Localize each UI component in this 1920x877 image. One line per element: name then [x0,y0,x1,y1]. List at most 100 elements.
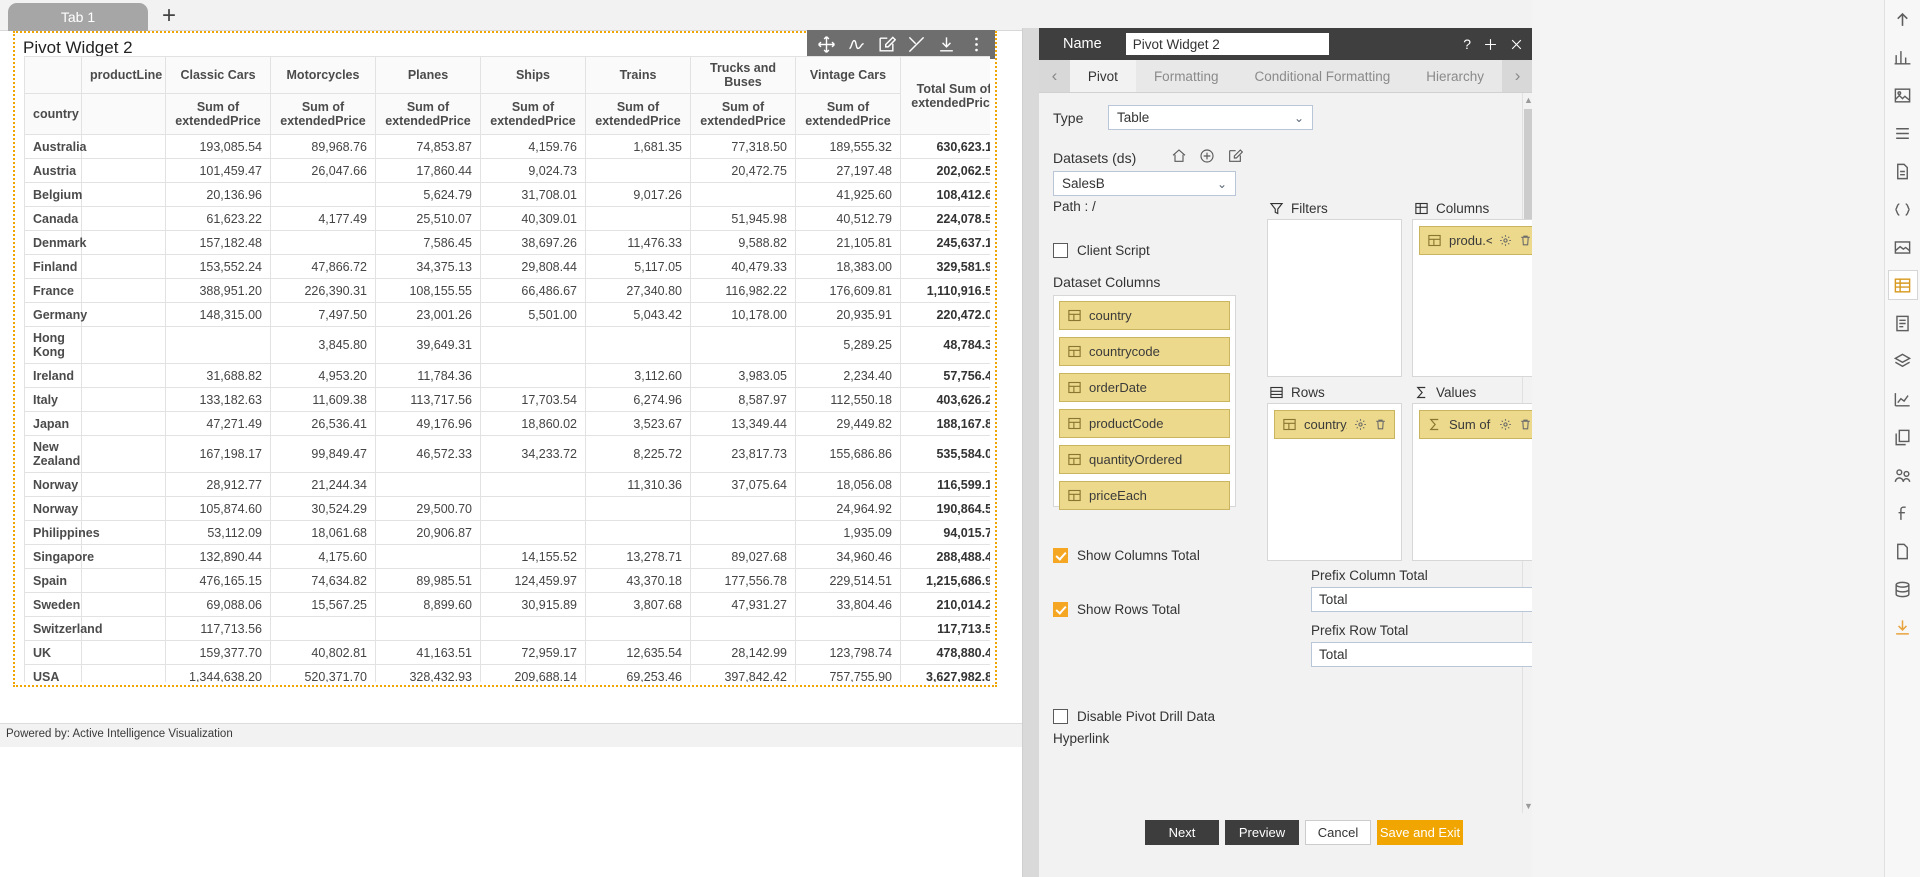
data-cell[interactable] [480,520,586,545]
gear-icon[interactable] [1499,234,1512,247]
gear-icon[interactable] [1499,418,1512,431]
help-icon[interactable]: ? [1463,36,1471,52]
data-cell[interactable]: 1,344,638.20 [165,664,271,682]
data-cell[interactable]: 27,197.48 [795,158,901,183]
image-icon[interactable] [1888,80,1918,110]
code-icon[interactable] [1888,194,1918,224]
tabs-scroll-left[interactable]: ‹ [1039,60,1070,92]
show-columns-total-checkbox[interactable]: Show Columns Total [1053,548,1200,563]
data-cell[interactable]: 8,587.97 [690,387,796,412]
data-cell[interactable]: 3,807.68 [585,592,691,617]
data-cell[interactable]: 397,842.42 [690,664,796,682]
download-icon[interactable] [1888,612,1918,642]
table-row[interactable]: Norway 28,912.77 21,244.34 11,310.36 37,075.… [24,472,990,497]
table-row[interactable]: Japan 47,271.49 26,536.41 49,176.96 18,860.0… [24,411,990,436]
data-cell[interactable]: 157,182.48 [165,230,271,255]
data-cell[interactable]: 41,925.60 [795,182,901,207]
data-cell[interactable]: 159,377.70 [165,640,271,665]
data-cell[interactable]: 29,500.70 [375,496,481,521]
data-cell[interactable]: 17,860.44 [375,158,481,183]
data-cell[interactable]: 99,849.47 [270,435,376,473]
data-cell[interactable]: 9,024.73 [480,158,586,183]
tab-1[interactable]: Tab 1 [8,3,148,31]
data-cell[interactable]: 757,755.90 [795,664,901,682]
data-cell[interactable] [585,326,691,364]
data-cell[interactable]: 105,874.60 [165,496,271,521]
data-cell[interactable]: 167,198.17 [165,435,271,473]
data-cell[interactable]: 89,968.76 [270,134,376,159]
table-row[interactable]: Austria 101,459.47 26,047.66 17,860.44 9,024… [24,158,990,183]
data-cell[interactable]: 74,853.87 [375,134,481,159]
data-cell[interactable] [375,544,481,569]
data-cell[interactable]: 38,697.26 [480,230,586,255]
tab-conditional-formatting[interactable]: Conditional Formatting [1236,60,1408,92]
next-button[interactable]: Next [1145,820,1219,845]
data-cell[interactable] [165,326,271,364]
table-row[interactable]: Denmark 157,182.48 7,586.45 38,697.26 11,476… [24,230,990,255]
trash-icon[interactable] [1519,418,1532,431]
data-cell[interactable]: 18,061.68 [270,520,376,545]
table-row[interactable]: Sweden 69,088.06 15,567.25 8,899.60 30,915.8… [24,592,990,617]
data-cell[interactable]: 124,459.97 [480,568,586,593]
table-row[interactable]: Germany 148,315.00 7,497.50 23,001.26 5,501.… [24,302,990,327]
home-icon[interactable] [1171,148,1187,164]
data-cell[interactable]: 5,043.42 [585,302,691,327]
data-cell[interactable]: 7,497.50 [270,302,376,327]
data-cell[interactable]: 11,609.38 [270,387,376,412]
data-cell[interactable]: 8,225.72 [585,435,691,473]
tab-pivot[interactable]: Pivot [1069,60,1136,92]
data-cell[interactable]: 47,271.49 [165,411,271,436]
data-cell[interactable] [585,496,691,521]
data-cell[interactable]: 193,085.54 [165,134,271,159]
data-cell[interactable]: 21,244.34 [270,472,376,497]
data-cell[interactable]: 41,163.51 [375,640,481,665]
trash-icon[interactable] [1374,418,1387,431]
data-cell[interactable] [480,496,586,521]
data-cell[interactable] [585,616,691,641]
data-cell[interactable]: 10,178.00 [690,302,796,327]
pivot-table-scroll[interactable]: productLine Classic Cars Motorcycles Pla… [24,56,990,682]
data-cell[interactable]: 5,624.79 [375,182,481,207]
data-cell[interactable]: 189,555.32 [795,134,901,159]
data-cell[interactable]: 43,370.18 [585,568,691,593]
data-cell[interactable]: 112,550.18 [795,387,901,412]
data-cell[interactable]: 153,552.24 [165,254,271,279]
data-cell[interactable] [585,520,691,545]
data-cell[interactable]: 23,817.73 [690,435,796,473]
dataset-columns-list[interactable]: country countrycode orderDate productCode qu… [1053,295,1236,510]
data-cell[interactable]: 3,112.60 [585,363,691,388]
signature-icon[interactable] [841,30,871,59]
list-icon[interactable] [1888,118,1918,148]
data-cell[interactable] [270,182,376,207]
download-icon[interactable] [931,30,961,59]
data-cell[interactable] [690,326,796,364]
function-icon[interactable] [1888,498,1918,528]
chart-line-icon[interactable] [1888,384,1918,414]
data-cell[interactable]: 5,501.00 [480,302,586,327]
data-cell[interactable]: 40,309.01 [480,206,586,231]
data-cell[interactable]: 47,931.27 [690,592,796,617]
data-cell[interactable]: 2,234.40 [795,363,901,388]
tab-hierarchy[interactable]: Hierarchy [1408,60,1502,92]
data-cell[interactable]: 34,233.72 [480,435,586,473]
more-icon[interactable] [961,30,991,59]
table-row[interactable]: Philippines 53,112.09 18,061.68 20,906.87 1,… [24,520,990,545]
data-cell[interactable]: 123,798.74 [795,640,901,665]
data-cell[interactable]: 20,906.87 [375,520,481,545]
data-cell[interactable]: 66,486.67 [480,278,586,303]
prefix-row-total-input[interactable]: Total [1311,642,1541,667]
data-cell[interactable]: 388,951.20 [165,278,271,303]
data-cell[interactable]: 18,383.00 [795,254,901,279]
data-cell[interactable]: 3,523.67 [585,411,691,436]
data-cell[interactable]: 14,155.52 [480,544,586,569]
move-icon[interactable] [811,30,841,59]
data-cell[interactable]: 113,717.56 [375,387,481,412]
data-cell[interactable]: 40,512.79 [795,206,901,231]
data-cell[interactable]: 89,027.68 [690,544,796,569]
table-row[interactable]: Belgium 20,136.96 5,624.79 31,708.01 9,017.2… [24,182,990,207]
data-cell[interactable]: 9,017.26 [585,182,691,207]
rows-zone-pill[interactable]: country/> [1274,410,1395,439]
preview-button[interactable]: Preview [1225,820,1299,845]
chart-bar-icon[interactable] [1888,42,1918,72]
data-cell[interactable]: 4,177.49 [270,206,376,231]
